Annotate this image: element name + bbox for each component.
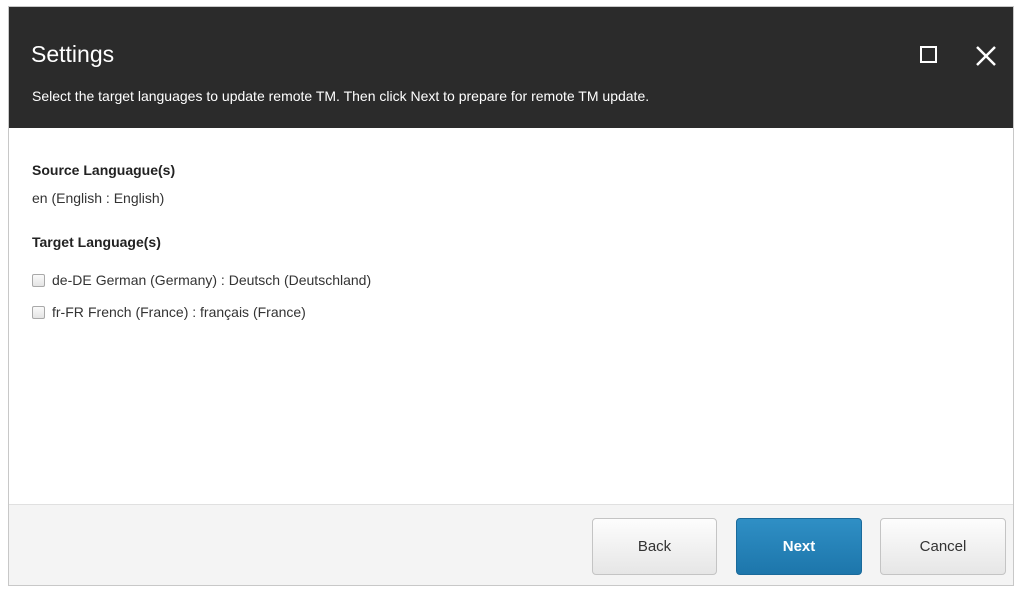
target-languages-heading: Target Language(s) bbox=[32, 234, 161, 250]
close-icon bbox=[976, 46, 996, 66]
maximize-icon bbox=[920, 46, 937, 63]
back-button[interactable]: Back bbox=[592, 518, 717, 575]
dialog-subtitle: Select the target languages to update re… bbox=[32, 88, 650, 104]
source-languages-heading: Source Languague(s) bbox=[32, 162, 176, 178]
dialog-footer: Back Next Cancel bbox=[9, 504, 1013, 585]
language-code: de-DE bbox=[52, 272, 92, 288]
checkbox-de-de[interactable] bbox=[32, 273, 45, 287]
dialog-header: Settings Select the target languages to … bbox=[9, 7, 1013, 128]
maximize-button[interactable] bbox=[915, 41, 945, 71]
dialog-title: Settings bbox=[31, 41, 115, 67]
close-button[interactable] bbox=[971, 41, 1001, 71]
cancel-button[interactable]: Cancel bbox=[880, 518, 1006, 575]
language-name: German (Germany) : Deutsch (Deutschland) bbox=[95, 272, 372, 288]
target-language-option-fr-fr[interactable]: fr-FR French (France) : français (France… bbox=[32, 302, 306, 322]
dialog-body: Source Languague(s) en (English : Englis… bbox=[9, 128, 1013, 504]
source-language-value: en (English : English) bbox=[32, 190, 165, 206]
settings-dialog: Settings Select the target languages to … bbox=[8, 6, 1014, 586]
language-name: French (France) : français (France) bbox=[88, 304, 306, 320]
target-language-option-de-de[interactable]: de-DE German (Germany) : Deutsch (Deutsc… bbox=[32, 270, 371, 290]
checkbox-fr-fr[interactable] bbox=[32, 305, 45, 319]
next-button[interactable]: Next bbox=[736, 518, 862, 575]
language-code: fr-FR bbox=[52, 304, 84, 320]
